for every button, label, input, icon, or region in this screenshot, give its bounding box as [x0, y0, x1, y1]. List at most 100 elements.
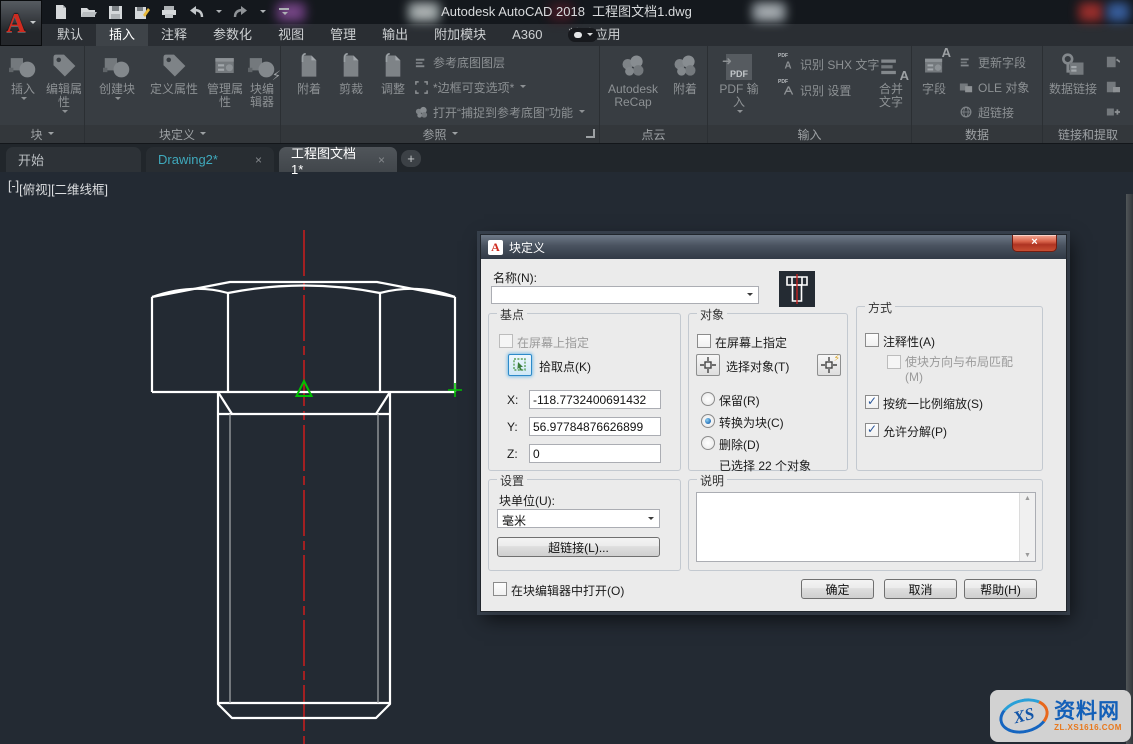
open-in-block-editor-checkbox[interactable] — [493, 582, 507, 596]
block-editor-button[interactable]: ⚡ 块编辑器 — [245, 46, 279, 109]
canvas-scrollbar[interactable] — [1126, 194, 1133, 744]
scroll-up-icon[interactable]: ▲ — [1024, 495, 1031, 502]
ribbon-tab-annotate[interactable]: 注释 — [148, 24, 200, 46]
recognition-settings-button[interactable]: PDF 识别 设置 — [780, 79, 851, 101]
help-button[interactable]: 帮助(H) — [964, 579, 1037, 599]
match-orientation-label: 使块方向与布局匹配(M) — [905, 355, 1021, 385]
file-tab-drawing2[interactable]: Drawing2* × — [146, 147, 274, 172]
close-tab-icon[interactable]: × — [378, 153, 385, 167]
panel-title-block[interactable]: 块 — [0, 125, 84, 143]
ribbon-tab-output[interactable]: 输出 — [369, 24, 421, 46]
ribbon-panel-block: 插入 编辑属性 块 — [0, 46, 85, 143]
panel-title-reference[interactable]: 参照 — [281, 125, 599, 143]
redo-button[interactable] — [231, 4, 249, 20]
extract-data-button[interactable] — [1105, 51, 1121, 73]
autocad-logo: A — [6, 8, 26, 39]
description-textarea[interactable]: ▲▼ — [696, 492, 1036, 562]
qat-customize-button[interactable] — [275, 4, 293, 20]
convert-to-block-radio[interactable] — [701, 414, 715, 428]
chevron-down-icon[interactable] — [642, 510, 659, 527]
ribbon: 插入 编辑属性 块 创建块 定义属性 管理属性 — [0, 46, 1133, 143]
clip-button[interactable]: 剪裁 — [331, 46, 371, 96]
redo-menu-caret[interactable] — [260, 10, 266, 16]
hyperlink-button[interactable]: 超链接 — [958, 101, 1014, 123]
uniform-scale-checkbox[interactable] — [865, 395, 879, 409]
attach-button[interactable]: 附着 — [289, 46, 329, 96]
manage-attributes-button[interactable]: 管理属性 — [207, 46, 243, 109]
ok-button[interactable]: 确定 — [801, 579, 874, 599]
link-data-button[interactable] — [1105, 76, 1121, 98]
chevron-down-icon[interactable] — [741, 287, 758, 303]
insert-block-button[interactable]: 插入 — [4, 46, 42, 102]
dialog-titlebar[interactable]: A 块定义 × — [481, 235, 1066, 259]
adjust-button[interactable]: 调整 — [373, 46, 413, 96]
select-objects-button[interactable] — [696, 354, 720, 376]
define-attributes-button[interactable]: 定义属性 — [143, 46, 205, 96]
new-file-button[interactable] — [52, 4, 70, 20]
upload-state-button[interactable] — [1105, 101, 1121, 123]
recognize-shx-button[interactable]: PDFA 识别 SHX 文字 — [780, 53, 879, 75]
pdf-import-icon: ➜PDF — [726, 50, 752, 80]
frames-option-button[interactable]: *边框可变选项* — [413, 76, 526, 98]
data-link-button[interactable]: 数据链接 — [1045, 46, 1101, 96]
new-tab-button[interactable]: + — [401, 150, 421, 167]
close-tab-icon[interactable]: × — [255, 153, 262, 167]
description-scrollbar[interactable]: ▲▼ — [1019, 493, 1035, 561]
y-coordinate-field[interactable] — [529, 417, 661, 436]
match-orientation-checkbox[interactable] — [887, 355, 901, 369]
scroll-down-icon[interactable]: ▼ — [1024, 552, 1031, 559]
pick-point-cross — [448, 383, 462, 397]
pick-point-button[interactable] — [508, 354, 532, 376]
undo-menu-caret[interactable] — [216, 10, 222, 16]
ribbon-tab-addins[interactable]: 附加模块 — [421, 24, 499, 46]
undo-button[interactable] — [187, 4, 205, 20]
snap-to-underlay-button[interactable]: 打开“捕捉到参考底图”功能 — [413, 101, 585, 123]
file-tab-current-document[interactable]: 工程图文档1* × — [279, 147, 397, 172]
file-tab-start[interactable]: 开始 — [6, 147, 141, 172]
underlay-layers-button[interactable]: 参考底图图层 — [413, 51, 505, 73]
z-coordinate-field[interactable] — [529, 444, 661, 463]
autocad-dialog-icon: A — [488, 240, 503, 255]
retain-radio[interactable] — [701, 392, 715, 406]
ribbon-tab-manage[interactable]: 管理 — [317, 24, 369, 46]
watermark-name: 资料网 — [1054, 701, 1120, 722]
save-as-button[interactable] — [133, 4, 151, 20]
hyperlink-dialog-button[interactable]: 超链接(L)... — [497, 537, 660, 557]
block-unit-combobox[interactable]: 毫米 — [497, 509, 660, 528]
ribbon-tab-a360[interactable]: A360 — [499, 24, 555, 46]
panel-title-data[interactable]: 数据 — [912, 125, 1042, 143]
ribbon-tab-view[interactable]: 视图 — [265, 24, 317, 46]
ribbon-display-toggle[interactable] — [568, 28, 598, 42]
point-cloud-attach-button[interactable]: 附着 — [666, 46, 704, 96]
update-fields-button[interactable]: 更新字段 — [958, 51, 1026, 73]
ribbon-tab-parametric[interactable]: 参数化 — [200, 24, 265, 46]
block-name-combobox[interactable] — [491, 286, 759, 304]
x-coordinate-field[interactable] — [529, 390, 661, 409]
delete-radio[interactable] — [701, 436, 715, 450]
pdf-import-button[interactable]: ➜PDF PDF 输入 — [716, 46, 762, 115]
dialog-close-button[interactable]: × — [1012, 235, 1057, 252]
field-button[interactable]: A 字段 — [916, 46, 952, 96]
annotative-checkbox[interactable] — [865, 333, 879, 347]
plot-button[interactable] — [160, 4, 178, 20]
cancel-button[interactable]: 取消 — [884, 579, 957, 599]
edit-attributes-button[interactable]: 编辑属性 — [45, 46, 83, 115]
allow-explode-checkbox[interactable] — [865, 423, 879, 437]
autodesk-recap-button[interactable]: Autodesk ReCap — [604, 46, 662, 109]
panel-title-point-cloud[interactable]: 点云 — [600, 125, 707, 143]
ribbon-tab-home[interactable]: 默认 — [44, 24, 96, 46]
application-menu-button[interactable]: A — [0, 0, 42, 46]
panel-title-linking-extraction[interactable]: 链接和提取 — [1043, 125, 1133, 143]
panel-title-block-definition[interactable]: 块定义 — [85, 125, 280, 143]
objects-specify-on-screen-checkbox[interactable] — [697, 334, 711, 348]
ole-object-button[interactable]: OLE 对象 — [958, 76, 1029, 98]
open-file-button[interactable] — [79, 4, 97, 20]
save-button[interactable] — [106, 4, 124, 20]
dialog-launcher-icon[interactable] — [586, 129, 595, 138]
ribbon-tab-insert[interactable]: 插入 — [96, 24, 148, 46]
quick-select-button[interactable]: ⚡ — [817, 354, 841, 376]
specify-on-screen-checkbox[interactable] — [499, 334, 513, 348]
create-block-button[interactable]: 创建块 — [93, 46, 141, 102]
panel-title-import[interactable]: 输入 — [708, 125, 911, 143]
combine-text-button[interactable]: A 合并文字 — [874, 46, 908, 109]
